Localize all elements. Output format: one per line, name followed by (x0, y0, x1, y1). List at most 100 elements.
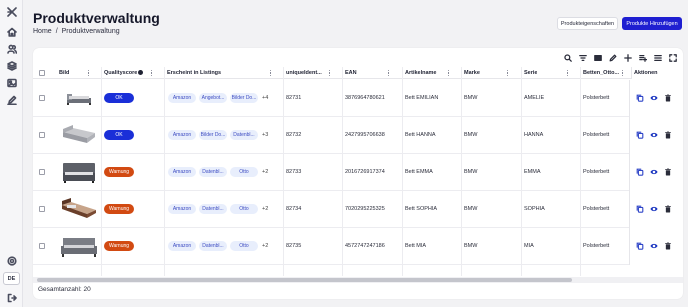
add-products-button[interactable]: Produkte Hinzufügen (622, 17, 682, 30)
column-header-ean[interactable]: EAN (345, 67, 357, 79)
column-menu-icon[interactable] (388, 70, 390, 76)
listing-chip: Otto (230, 241, 258, 251)
breadcrumb-current: Produktverwaltung (61, 28, 120, 35)
breadcrumb-separator: / (55, 28, 58, 35)
search-icon[interactable] (563, 54, 572, 63)
column-header-brand[interactable]: Marke (464, 67, 480, 79)
product-properties-button[interactable]: Produkteigenschaften (557, 17, 618, 30)
column-divider[interactable] (164, 67, 165, 276)
listing-chip: Datenbl... (199, 204, 227, 214)
name-cell: Bett EMILIAN (405, 95, 439, 101)
column-menu-icon[interactable] (151, 70, 153, 76)
settings-icon[interactable] (3, 252, 20, 269)
listing-chip: Otto (230, 204, 258, 214)
column-header-quality[interactable]: Qualityscore (104, 67, 137, 79)
column-divider[interactable] (402, 67, 403, 276)
ean-cell: 4572747247186 (345, 243, 385, 249)
column-divider[interactable] (461, 67, 462, 276)
view-icon[interactable] (649, 241, 658, 250)
copy-icon[interactable] (635, 167, 644, 176)
listing-chip: Datenbl... (199, 167, 227, 177)
column-divider[interactable] (580, 67, 581, 276)
row-checkbox[interactable] (39, 243, 45, 249)
column-divider[interactable] (283, 67, 284, 276)
view-icon[interactable] (649, 167, 658, 176)
name-cell: Bett HANNA (405, 132, 436, 138)
column-menu-icon[interactable] (622, 70, 624, 76)
horizontal-scrollbar[interactable] (33, 277, 683, 283)
column-menu-icon[interactable] (507, 70, 509, 76)
image-icon[interactable] (3, 74, 20, 91)
bed-grey-image (63, 163, 95, 183)
column-divider[interactable] (342, 67, 343, 276)
layers-icon[interactable] (3, 57, 20, 74)
copy-icon[interactable] (635, 130, 644, 139)
edit-icon[interactable] (608, 54, 617, 63)
quality-badge: Warnung (104, 167, 134, 177)
row-actions (629, 80, 683, 117)
column-header-image[interactable]: Bild (59, 67, 69, 79)
row-checkbox[interactable] (39, 169, 45, 175)
filter-icon[interactable] (578, 54, 587, 63)
table-row[interactable]: OK Amazon Angebot... Bilder Do... +4 827… (33, 80, 683, 117)
listing-chip: Amazon (168, 93, 196, 103)
column-header-name[interactable]: Artikelname (405, 67, 437, 79)
copy-icon[interactable] (635, 241, 644, 250)
logout-icon[interactable] (3, 289, 20, 306)
listing-more-count[interactable]: +2 (262, 241, 268, 251)
listing-more-count[interactable]: +2 (262, 204, 268, 214)
copy-icon[interactable] (635, 204, 644, 213)
unique-id-cell: 82733 (286, 169, 302, 175)
select-all-checkbox[interactable] (39, 70, 45, 76)
view-icon[interactable] (649, 204, 658, 213)
listing-more-count[interactable]: +2 (262, 167, 268, 177)
column-header-series[interactable]: Serie (524, 67, 537, 79)
listing-more-count[interactable]: +3 (262, 130, 268, 140)
row-checkbox[interactable] (39, 206, 45, 212)
delete-icon[interactable] (663, 167, 672, 176)
column-menu-icon[interactable] (448, 70, 450, 76)
table-row[interactable]: Warnung Amazon Datenbl... Otto +2 82735 … (33, 228, 683, 265)
table-row[interactable]: Warnung Amazon Datenbl... Otto +2 82733 … (33, 154, 683, 191)
delete-icon[interactable] (663, 241, 672, 250)
logo-icon[interactable] (3, 3, 20, 20)
quality-badge: Warnung (104, 241, 134, 251)
column-menu-icon[interactable] (329, 70, 331, 76)
listing-more-count[interactable]: +4 (262, 93, 268, 103)
pen-icon[interactable] (3, 91, 20, 108)
column-menu-icon[interactable] (88, 70, 90, 76)
row-checkbox[interactable] (39, 95, 45, 101)
view-icon[interactable] (649, 130, 658, 139)
delete-icon[interactable] (663, 130, 672, 139)
table-row[interactable]: OK Amazon Bilder Do... Datenbl... +3 827… (33, 117, 683, 154)
density-icon[interactable] (653, 54, 662, 63)
ean-cell: 2427995706638 (345, 132, 385, 138)
column-header-listings[interactable]: Erscheint in Listings (167, 67, 221, 79)
playlist-add-icon[interactable] (638, 54, 647, 63)
unique-id-cell: 82735 (286, 243, 302, 249)
view-icon[interactable] (649, 93, 658, 102)
column-menu-icon[interactable] (270, 70, 272, 76)
bed-low-image (67, 94, 91, 105)
home-icon[interactable] (3, 23, 20, 40)
column-menu-icon[interactable] (567, 70, 569, 76)
columns-icon[interactable] (593, 54, 602, 63)
add-icon[interactable] (623, 54, 632, 63)
ean-cell: 2016726917374 (345, 169, 385, 175)
language-button[interactable]: DE (3, 272, 20, 285)
column-header-betten-otto[interactable]: Betten_Otto... (583, 67, 619, 79)
info-icon[interactable] (138, 70, 143, 75)
delete-icon[interactable] (663, 93, 672, 102)
scrollbar-thumb[interactable] (37, 278, 572, 282)
column-divider[interactable] (521, 67, 522, 276)
copy-icon[interactable] (635, 93, 644, 102)
table-row[interactable]: Warnung Amazon Datenbl... Otto +2 82734 … (33, 191, 683, 228)
column-header-unique-id[interactable]: uniqueIdent... (286, 67, 322, 79)
row-checkbox[interactable] (39, 132, 45, 138)
breadcrumb-home[interactable]: Home (33, 28, 52, 35)
users-icon[interactable] (3, 40, 20, 57)
series-cell: MIA (524, 243, 534, 249)
column-divider[interactable] (101, 67, 102, 276)
delete-icon[interactable] (663, 204, 672, 213)
fullscreen-icon[interactable] (668, 54, 677, 63)
